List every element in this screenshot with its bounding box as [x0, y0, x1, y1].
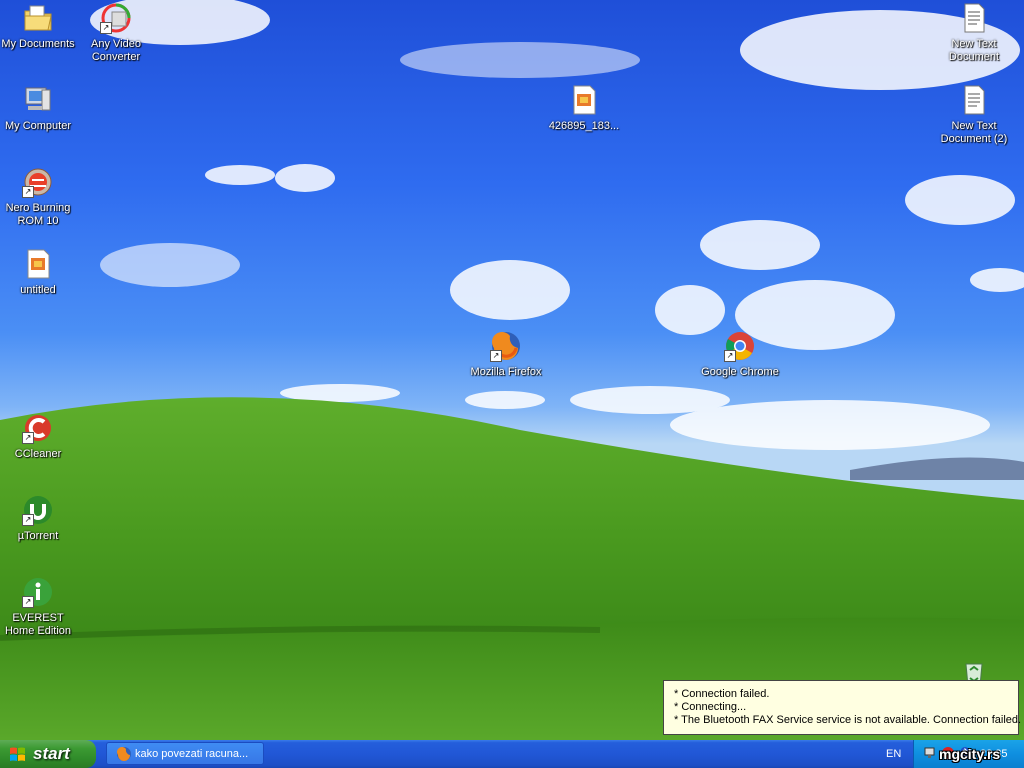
firefox-icon: [117, 747, 131, 761]
network-icon[interactable]: [924, 746, 938, 760]
desktop-icon-everest[interactable]: ↗ EVEREST Home Edition: [0, 576, 78, 638]
desktop-icon-label: Google Chrome: [701, 366, 779, 378]
desktop-icon-label: Mozilla Firefox: [470, 366, 542, 378]
nero-icon: ↗: [22, 166, 54, 198]
taskbar-item-firefox-window[interactable]: kako povezati racuna...: [106, 742, 264, 765]
shortcut-arrow-icon: ↗: [100, 22, 112, 34]
desktop-icon-firefox[interactable]: ↗ Mozilla Firefox: [466, 330, 546, 379]
windows-logo-icon: [10, 747, 25, 761]
desktop-icon-any-video-converter[interactable]: ↗ Any Video Converter: [76, 2, 156, 64]
shortcut-arrow-icon: ↗: [490, 350, 502, 362]
desktop-icon-label: µTorrent: [17, 530, 59, 542]
start-label: start: [33, 744, 70, 763]
folder-documents-icon: [22, 2, 54, 34]
shortcut-arrow-icon: ↗: [22, 186, 34, 198]
desktop-icon-untitled[interactable]: untitled: [0, 248, 78, 297]
shortcut-arrow-icon: ↗: [724, 350, 736, 362]
language-indicator[interactable]: EN: [886, 740, 901, 768]
desktop-icon-label: untitled: [20, 284, 56, 296]
desktop-icon-label: New Text Document (2): [940, 120, 1008, 145]
desktop-icon-label: 426895_183...: [548, 120, 620, 132]
text-document-icon: [958, 84, 990, 116]
desktop-icon-ccleaner[interactable]: ↗ CCleaner: [0, 412, 78, 461]
desktop-icon-label: New Text Document: [948, 38, 1000, 63]
watermark: mgcity.rs: [939, 746, 1001, 762]
image-file-icon: [22, 248, 54, 280]
start-button[interactable]: start: [0, 740, 96, 768]
notification-balloon[interactable]: * Connection failed. * Connecting... * T…: [663, 680, 1022, 735]
shortcut-arrow-icon: ↗: [22, 432, 34, 444]
taskbar-item-label: kako povezati racuna...: [135, 748, 249, 760]
desktop-icon-label: Any Video Converter: [91, 38, 141, 63]
shortcut-arrow-icon: ↗: [22, 514, 34, 526]
text-document-icon: [958, 2, 990, 34]
shortcut-arrow-icon: ↗: [22, 596, 34, 608]
notification-line: * Connecting...: [674, 701, 747, 713]
desktop-icon-label: My Computer: [4, 120, 72, 132]
desktop[interactable]: My Documents ↗ Any Video Converter My Co…: [0, 0, 1024, 740]
desktop-icon-new-text-document[interactable]: New Text Document: [934, 2, 1014, 64]
desktop-icon-label: My Documents: [1, 38, 75, 50]
desktop-icon-426895[interactable]: 426895_183...: [544, 84, 624, 133]
desktop-icon-label: CCleaner: [14, 448, 62, 460]
desktop-icon-utorrent[interactable]: ↗ µTorrent: [0, 494, 78, 543]
desktop-icon-my-documents[interactable]: My Documents: [0, 2, 78, 51]
notification-line: * Connection failed.: [674, 688, 770, 700]
desktop-icon-new-text-document-2[interactable]: New Text Document (2): [934, 84, 1014, 146]
notification-line: * The Bluetooth FAX Service service is n…: [674, 714, 1022, 726]
desktop-icon-nero[interactable]: ↗ Nero Burning ROM 10: [0, 166, 78, 228]
desktop-icon-label: EVEREST Home Edition: [4, 612, 72, 637]
firefox-icon: ↗: [490, 330, 522, 362]
ccleaner-icon: ↗: [22, 412, 54, 444]
video-converter-icon: ↗: [100, 2, 132, 34]
chrome-icon: ↗: [724, 330, 756, 362]
desktop-icon-label: Nero Burning ROM 10: [5, 202, 71, 227]
image-file-icon: [568, 84, 600, 116]
desktop-icon-chrome[interactable]: ↗ Google Chrome: [700, 330, 780, 379]
utorrent-icon: ↗: [22, 494, 54, 526]
everest-icon: ↗: [22, 576, 54, 608]
desktop-icon-my-computer[interactable]: My Computer: [0, 84, 78, 133]
taskbar: start kako povezati racuna... EN 22:35: [0, 740, 1024, 768]
computer-icon: [22, 84, 54, 116]
